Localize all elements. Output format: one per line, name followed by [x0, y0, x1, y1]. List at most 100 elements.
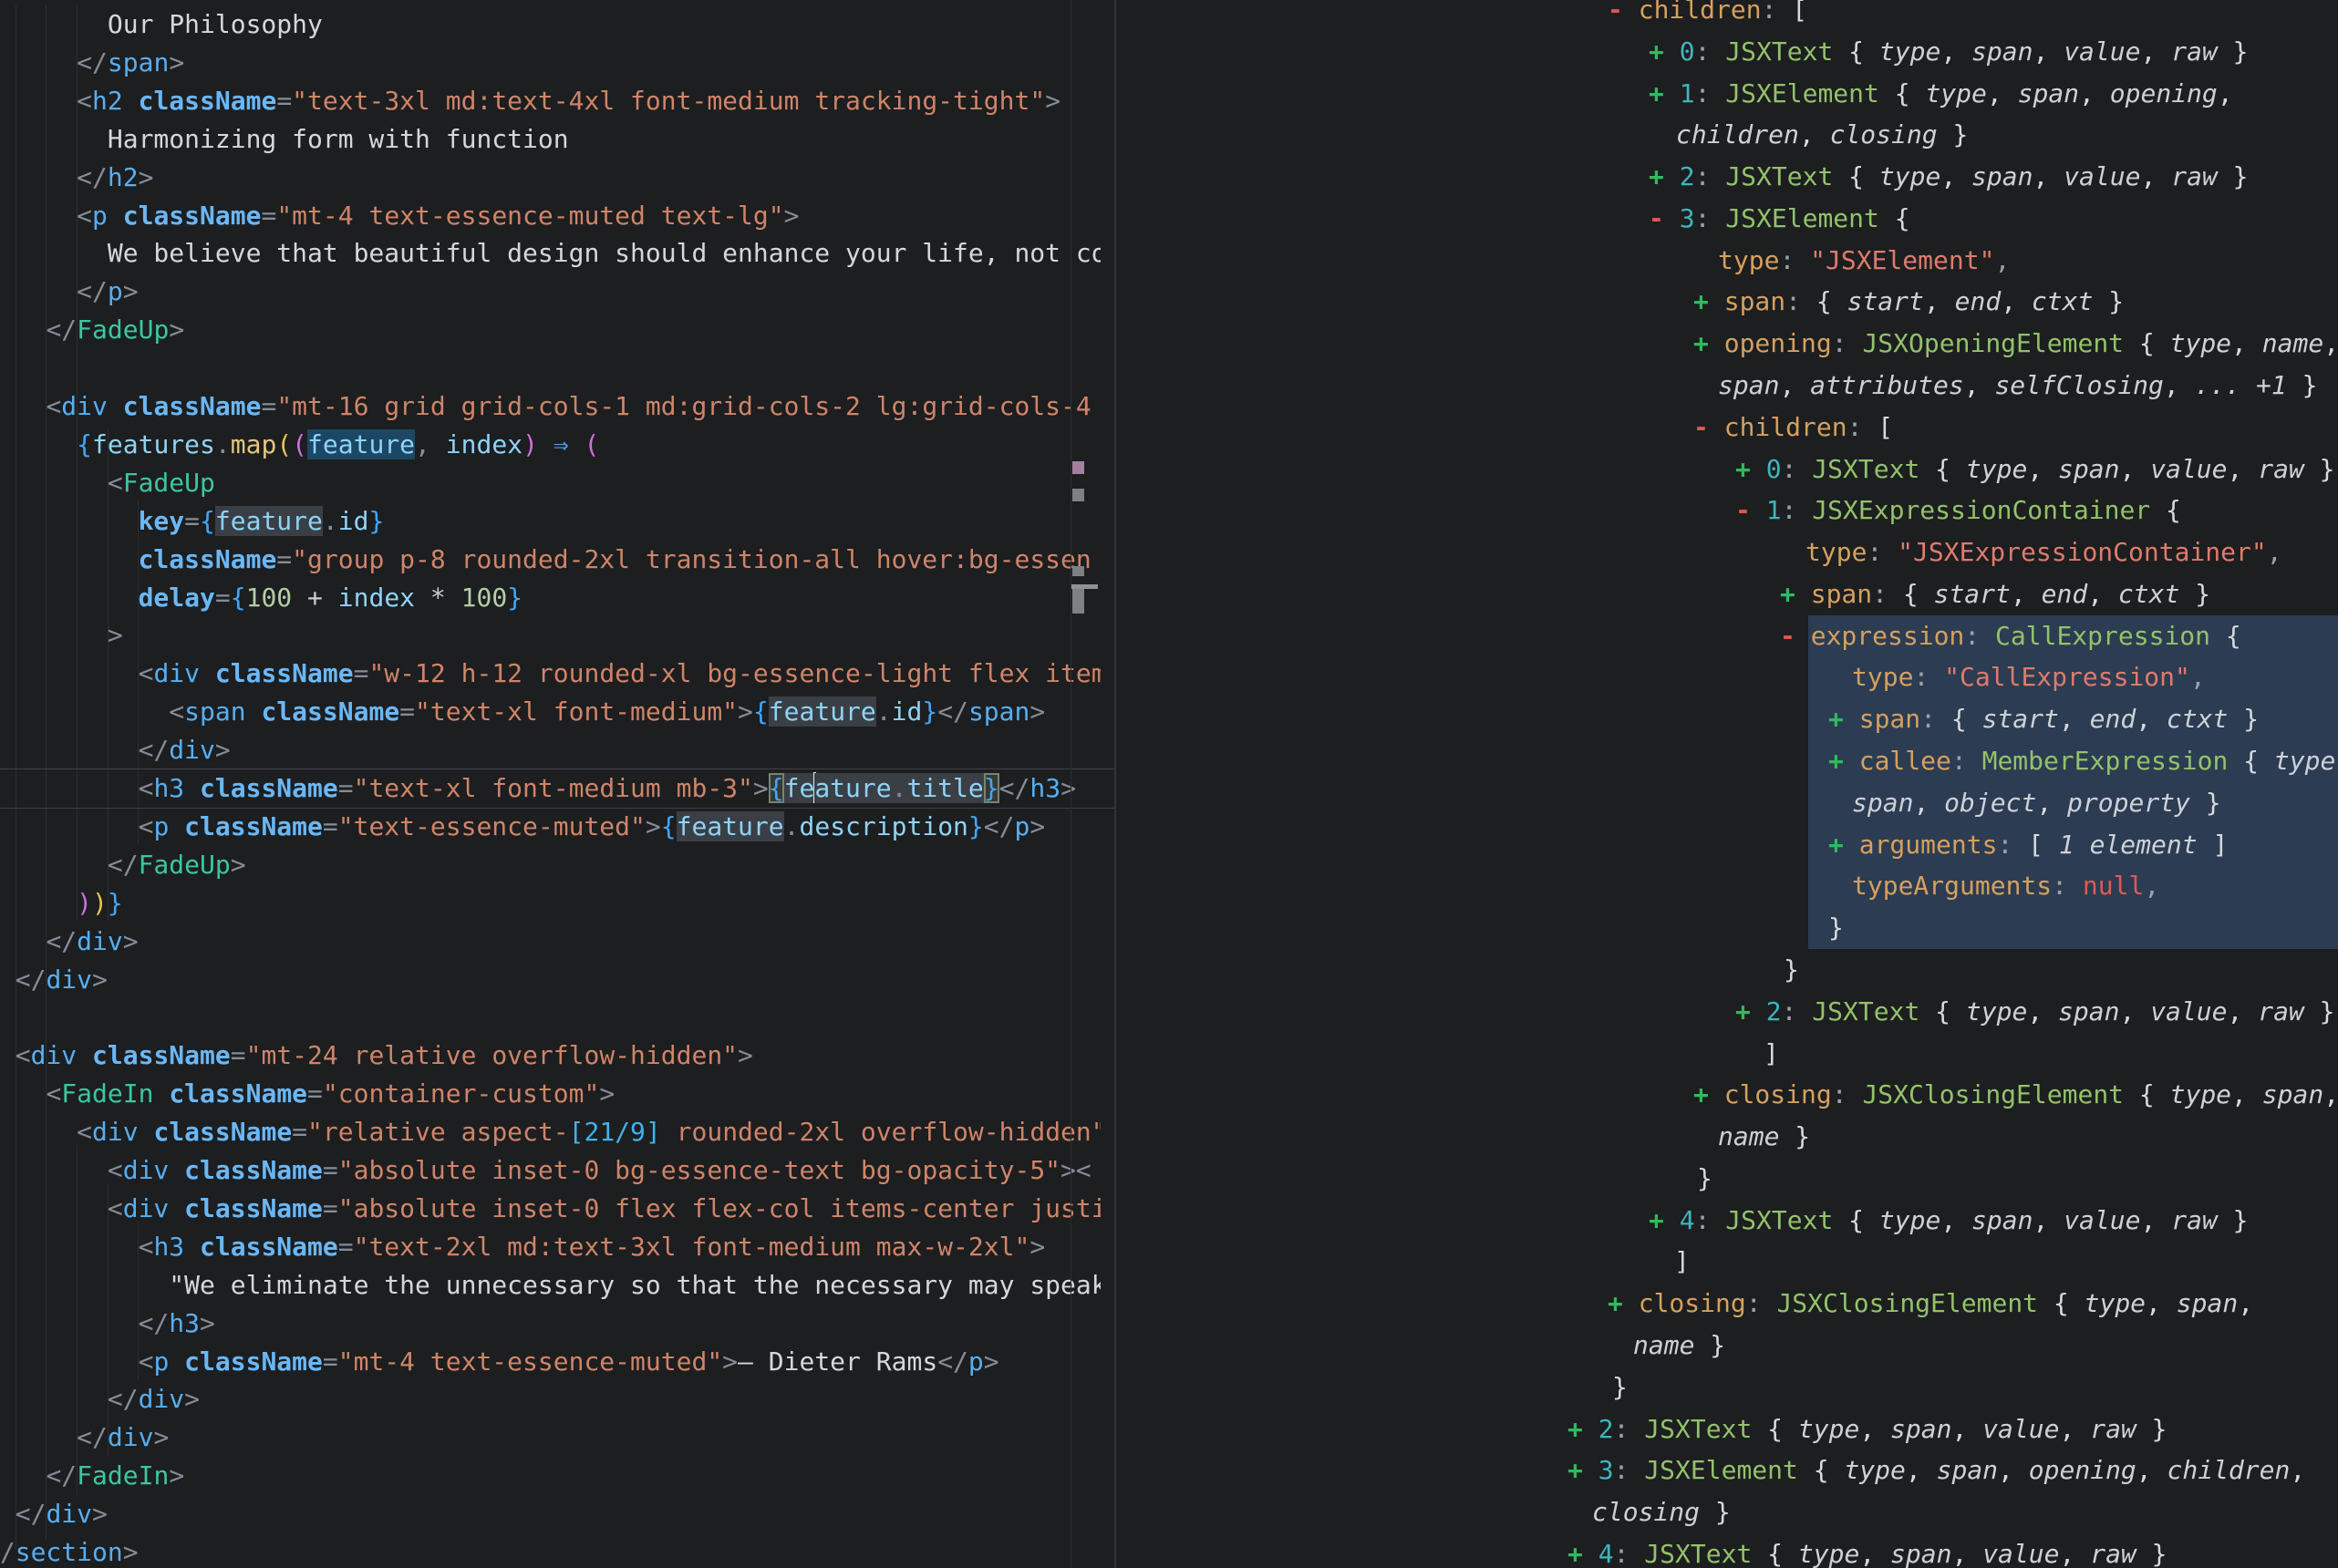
source-code-line[interactable]: <h3 className="text-xl font-medium mb-3"…	[0, 769, 1101, 808]
ast-node-line[interactable]: + 2: JSXText { type, span, value, raw }	[1649, 156, 2249, 198]
expand-toggle-icon[interactable]: +	[1649, 36, 1680, 67]
source-code-line[interactable]: </section>	[0, 1533, 1101, 1568]
expand-toggle-icon[interactable]: +	[1828, 704, 1859, 734]
ast-node-line[interactable]: type: "JSXElement",	[1718, 240, 2010, 282]
expand-toggle-icon[interactable]: +	[1735, 454, 1766, 484]
source-code-line[interactable]: </FadeIn>	[0, 1457, 1101, 1495]
ast-node-line[interactable]: type: "JSXExpressionContainer",	[1805, 531, 2282, 573]
ast-node-line[interactable]: + closing: JSXClosingElement { type, spa…	[1608, 1283, 2253, 1325]
collapse-toggle-icon[interactable]: -	[1649, 203, 1680, 233]
source-code-line[interactable]: >	[0, 616, 1101, 655]
source-code-line[interactable]: delay={100 + index * 100}	[0, 579, 1101, 617]
ast-tree-pane[interactable]: - children: [+ 0: JSXText { type, span, …	[1116, 0, 2338, 1568]
source-code-line[interactable]: "We eliminate the unnecessary so that th…	[0, 1266, 1101, 1305]
expand-toggle-icon[interactable]: +	[1567, 1539, 1598, 1568]
source-code-line[interactable]: {features.map((feature, index) ⇒ (	[0, 426, 1101, 464]
ast-node-line[interactable]: + arguments: [ 1 element ]	[1828, 824, 2228, 866]
ast-node-line[interactable]: - 1: JSXExpressionContainer {	[1735, 490, 2181, 531]
source-code-line[interactable]: </div>	[0, 731, 1101, 769]
ast-node-line[interactable]: + 4: JSXText { type, span, value, raw }	[1649, 1200, 2249, 1242]
source-code-line[interactable]: Our Philosophy	[0, 5, 1101, 44]
source-code-line[interactable]: <div className="relative aspect-[21/9] r…	[0, 1113, 1101, 1151]
source-editor-pane[interactable]: Our Philosophy </span> <h2 className="te…	[0, 0, 1114, 1568]
ast-node-line[interactable]: }	[1828, 907, 1844, 949]
expand-toggle-icon[interactable]: +	[1649, 1205, 1680, 1235]
source-code-line[interactable]: <h3 className="text-2xl md:text-3xl font…	[0, 1228, 1101, 1266]
source-code-line[interactable]: We believe that beautiful design should …	[0, 234, 1101, 273]
ast-node-line[interactable]: span, attributes, selfClosing, ... +1 }	[1718, 365, 2317, 407]
ast-node-line[interactable]: + 1: JSXElement { type, span, opening,	[1649, 73, 2233, 115]
source-code-line[interactable]	[0, 349, 1101, 387]
ast-node-line[interactable]: children, closing }	[1676, 114, 1968, 156]
source-code-line[interactable]: <span className="text-xl font-medium">{f…	[0, 693, 1101, 731]
ast-node-line[interactable]: name }	[1718, 1116, 1810, 1158]
source-code-line[interactable]	[0, 998, 1101, 1037]
source-code-line[interactable]: <div className="mt-24 relative overflow-…	[0, 1037, 1101, 1075]
source-code-line[interactable]: className="group p-8 rounded-2xl transit…	[0, 541, 1101, 579]
expand-toggle-icon[interactable]: +	[1649, 161, 1680, 191]
ast-node-line[interactable]: - 3: JSXElement {	[1649, 198, 1910, 240]
source-code-line[interactable]: key={feature.id}	[0, 502, 1101, 541]
ast-node-line[interactable]: ]	[1764, 1033, 1779, 1075]
source-code-line[interactable]: <div className="absolute inset-0 flex fl…	[0, 1190, 1101, 1228]
expand-toggle-icon[interactable]: +	[1608, 1288, 1639, 1318]
source-code-line[interactable]: </div>	[0, 961, 1101, 999]
ast-node-line[interactable]: closing }	[1592, 1491, 1731, 1533]
source-code-line[interactable]: ))}	[0, 884, 1101, 923]
source-code-line[interactable]: </FadeUp>	[0, 846, 1101, 884]
ast-node-line[interactable]: }	[1697, 1158, 1712, 1200]
source-code-line[interactable]: </div>	[0, 1380, 1101, 1418]
source-code-line[interactable]: </FadeUp>	[0, 311, 1101, 349]
ast-node-line[interactable]: + span: { start, end, ctxt }	[1780, 573, 2210, 615]
ast-node-line[interactable]: + 3: JSXElement { type, span, opening, c…	[1567, 1449, 2305, 1491]
source-code-line[interactable]: <p className="mt-4 text-essence-muted">—…	[0, 1343, 1101, 1381]
source-code-line[interactable]: </p>	[0, 273, 1101, 311]
source-code-line[interactable]: <p className="mt-4 text-essence-muted te…	[0, 197, 1101, 235]
expand-toggle-icon[interactable]: +	[1567, 1414, 1598, 1444]
source-editor-viewport[interactable]: Our Philosophy </span> <h2 className="te…	[0, 0, 1101, 1568]
source-code-line[interactable]: </h3>	[0, 1305, 1101, 1343]
collapse-toggle-icon[interactable]: -	[1693, 412, 1724, 442]
expand-toggle-icon[interactable]: +	[1693, 1079, 1724, 1109]
expand-toggle-icon[interactable]: +	[1780, 579, 1811, 609]
ast-node-line[interactable]: }	[1612, 1367, 1628, 1408]
ast-node-line[interactable]: + 2: JSXText { type, span, value, raw }	[1567, 1408, 2167, 1450]
expand-toggle-icon[interactable]: +	[1693, 328, 1724, 358]
ast-node-line[interactable]: + 4: JSXText { type, span, value, raw }	[1567, 1533, 2167, 1568]
ast-node-line[interactable]: type: "CallExpression",	[1852, 656, 2206, 698]
ast-node-line[interactable]: + 0: JSXText { type, span, value, raw }	[1649, 31, 2249, 73]
ast-node-line[interactable]: + closing: JSXClosingElement { type, spa…	[1693, 1074, 2338, 1116]
expand-toggle-icon[interactable]: +	[1693, 286, 1724, 316]
ast-node-line[interactable]: ]	[1674, 1241, 1690, 1283]
source-code-line[interactable]: <FadeIn className="container-custom">	[0, 1075, 1101, 1113]
source-code-line[interactable]: </div>	[0, 1495, 1101, 1533]
ast-node-line[interactable]: span, object, property }	[1852, 782, 2221, 824]
expand-toggle-icon[interactable]: +	[1567, 1455, 1598, 1485]
source-code-line[interactable]: Harmonizing form with function	[0, 120, 1101, 159]
expand-toggle-icon[interactable]: +	[1649, 78, 1680, 108]
collapse-toggle-icon[interactable]: -	[1735, 495, 1766, 525]
source-code-line[interactable]: </div>	[0, 1418, 1101, 1457]
ast-node-line[interactable]: name }	[1633, 1325, 1725, 1367]
source-code-line[interactable]: <div className="mt-16 grid grid-cols-1 m…	[0, 387, 1101, 426]
source-code-line[interactable]: <div className="w-12 h-12 rounded-xl bg-…	[0, 655, 1101, 693]
ast-node-line[interactable]: + span: { start, end, ctxt }	[1693, 281, 2124, 323]
ast-node-line[interactable]: typeArguments: null,	[1852, 865, 2159, 907]
ast-node-line[interactable]: - children: [	[1608, 0, 1807, 31]
ast-node-line[interactable]: - children: [	[1693, 407, 1893, 449]
source-code-line[interactable]: <FadeUp	[0, 464, 1101, 502]
ast-node-line[interactable]: + opening: JSXOpeningElement { type, nam…	[1693, 323, 2338, 365]
expand-toggle-icon[interactable]: +	[1828, 830, 1859, 860]
ast-node-line[interactable]: + 2: JSXText { type, span, value, raw }	[1735, 991, 2335, 1033]
source-code-line[interactable]: <h2 className="text-3xl md:text-4xl font…	[0, 82, 1101, 120]
ast-node-line[interactable]: + 0: JSXText { type, span, value, raw }	[1735, 449, 2335, 490]
ast-node-line[interactable]: }	[1784, 949, 1799, 991]
collapse-toggle-icon[interactable]: -	[1608, 0, 1639, 25]
source-code-line[interactable]: </span>	[0, 44, 1101, 82]
expand-toggle-icon[interactable]: +	[1828, 746, 1859, 776]
expand-toggle-icon[interactable]: +	[1735, 996, 1766, 1026]
ast-node-line[interactable]: + callee: MemberExpression { type,	[1828, 740, 2338, 782]
source-code-line[interactable]: </h2>	[0, 159, 1101, 197]
source-code-line[interactable]: <p className="text-essence-muted">{featu…	[0, 808, 1101, 846]
ast-node-line[interactable]: - expression: CallExpression {	[1780, 615, 2241, 657]
